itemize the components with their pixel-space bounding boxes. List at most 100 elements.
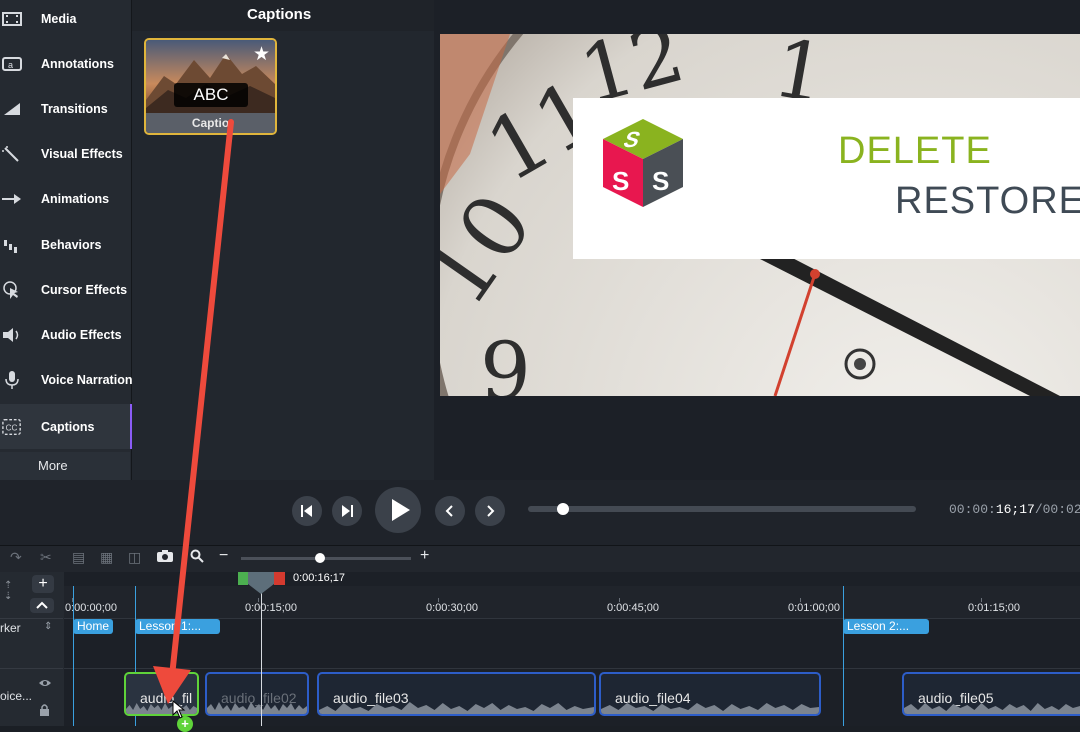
annotation-icon: a: [2, 54, 22, 74]
ruler-label: 0:00:30;00: [426, 602, 478, 614]
step-forward-button[interactable]: [332, 496, 362, 526]
zoom-in-icon[interactable]: +: [420, 547, 429, 565]
playhead-time: 0:00:16;17: [293, 572, 345, 584]
caption-asset-label: Captio: [146, 113, 275, 133]
sidebar-item-transitions[interactable]: Transitions: [0, 86, 130, 131]
sidebar-item-label: Captions: [41, 419, 95, 434]
sidebar-item-visual-effects[interactable]: Visual Effects: [0, 131, 130, 176]
playback-controls-bar: [0, 480, 1080, 545]
sidebar-item-animations[interactable]: Animations: [0, 176, 130, 221]
playhead-line: [261, 586, 262, 726]
camera-icon[interactable]: [156, 549, 174, 566]
sidebar-item-captions[interactable]: CC Captions: [0, 404, 133, 449]
marker-home[interactable]: Home: [73, 619, 114, 634]
sidebar-item-label: Cursor Effects: [41, 282, 128, 297]
sidebar-item-cursor-effects[interactable]: Cursor Effects: [0, 267, 130, 312]
ruler-label: 0:01:00;00: [788, 602, 840, 614]
copy-icon[interactable]: ▤: [72, 549, 85, 566]
sidebar-item-media[interactable]: Media: [0, 0, 130, 41]
zoom-slider[interactable]: [241, 557, 411, 560]
sidebar-item-annotations[interactable]: a Annotations: [0, 41, 130, 86]
track-divider: [64, 668, 1080, 669]
speaker-icon: [2, 325, 22, 345]
voice-track-label: oice...: [0, 689, 33, 703]
eye-icon[interactable]: [38, 675, 52, 693]
sidebar-item-label: Behaviors: [41, 237, 102, 252]
voice-track-header: oice...: [0, 668, 63, 727]
selection-end-handle[interactable]: [274, 572, 285, 585]
redo-icon[interactable]: ↷: [10, 549, 22, 566]
marker-lesson-2[interactable]: Lesson 2:...: [843, 619, 929, 634]
sidebar-item-label: Animations: [41, 191, 110, 206]
cut-icon[interactable]: ✂: [40, 549, 52, 566]
zoom-slider-handle[interactable]: [315, 553, 325, 563]
collapse-tracks-button[interactable]: [30, 598, 54, 613]
audio-clip[interactable]: audio_file04: [599, 672, 821, 716]
zoom-out-icon[interactable]: −: [219, 547, 228, 565]
sidebar-item-label: Media: [41, 11, 77, 26]
svg-text:S: S: [612, 166, 629, 196]
panel-title: Captions: [247, 6, 312, 23]
track-collapse-icon[interactable]: ⇡ ⇣: [4, 580, 12, 602]
next-button[interactable]: [475, 496, 505, 526]
mouse-pointer-icon: [172, 700, 186, 719]
step-back-button[interactable]: [292, 496, 322, 526]
captions-panel: Captions ABC ★ Captio: [132, 0, 434, 480]
marker-line: [73, 586, 74, 726]
audio-clip[interactable]: audio_file05: [902, 672, 1080, 716]
arrow-animation-icon: [2, 189, 22, 209]
timeline-ruler[interactable]: [64, 586, 1080, 619]
favorite-star-icon[interactable]: ★: [253, 43, 270, 66]
sidebar-item-behaviors[interactable]: Behaviors: [0, 222, 130, 267]
more-button[interactable]: More: [0, 452, 130, 480]
microphone-icon: [2, 370, 22, 390]
svg-text:9: 9: [480, 325, 531, 396]
transition-icon: [2, 99, 22, 119]
audio-clip[interactable]: audio_file03: [317, 672, 596, 716]
paste-icon[interactable]: ▦: [100, 549, 113, 566]
playback-scrubber[interactable]: [528, 506, 916, 512]
play-icon: [392, 499, 410, 521]
panel-header: Captions: [132, 0, 434, 31]
sidebar-item-audio-effects[interactable]: Audio Effects: [0, 312, 130, 357]
marker-track-label: rker: [0, 621, 21, 635]
marker-lesson-1[interactable]: Lesson 1:...: [135, 619, 220, 634]
timecode-current: 16;17: [995, 502, 1035, 517]
sidebar-item-label: Visual Effects: [41, 146, 123, 161]
caption-asset-thumbnail[interactable]: ABC ★ Captio: [144, 38, 277, 135]
sidebar-item-voice-narration[interactable]: Voice Narration: [0, 357, 133, 402]
audio-waveform: [126, 703, 197, 714]
tools-sidebar: Media a Annotations Transitions Visual E…: [0, 0, 133, 480]
svg-text:S: S: [652, 166, 669, 196]
add-track-button[interactable]: +: [32, 575, 54, 593]
audio-clip-selected[interactable]: audio_fil: [124, 672, 199, 716]
cursor-icon: [2, 280, 22, 300]
track-dropdown-icon[interactable]: ⇕: [44, 621, 52, 632]
selection-start-handle[interactable]: [238, 572, 248, 585]
chevron-up-icon: [36, 601, 48, 609]
zoom-search-icon[interactable]: [190, 549, 204, 566]
caption-preview-text: ABC: [174, 83, 248, 107]
logo-text-delete: DELETE: [838, 130, 992, 172]
chevron-right-icon: [487, 505, 495, 517]
play-button[interactable]: [375, 487, 421, 533]
audio-waveform: [207, 702, 307, 714]
timecode-display: 00:00:16;17/00:02: [949, 502, 1080, 517]
video-preview-canvas[interactable]: 11 12 1 10 9 S S S DELETE RESTORE: [440, 34, 1080, 396]
scrubber-handle[interactable]: [556, 503, 569, 515]
lock-icon[interactable]: [39, 703, 50, 721]
marker-track-header: rker ⇕: [0, 618, 63, 669]
step-forward-icon: [342, 505, 353, 517]
sidebar-item-label: Voice Narration: [41, 372, 133, 387]
audio-clip[interactable]: audio_file02: [205, 672, 309, 716]
previous-button[interactable]: [435, 496, 465, 526]
split-icon[interactable]: ◫: [128, 549, 141, 566]
timecode-dim: 00:00:: [949, 502, 996, 517]
step-back-icon: [301, 505, 312, 517]
magic-wand-icon: [2, 144, 22, 164]
caption-overlay-card[interactable]: S S S DELETE RESTORE: [573, 98, 1080, 259]
more-label: More: [38, 458, 68, 473]
audio-waveform: [904, 703, 1080, 714]
sidebar-item-label: Audio Effects: [41, 327, 122, 342]
playhead-handle[interactable]: [248, 572, 274, 594]
